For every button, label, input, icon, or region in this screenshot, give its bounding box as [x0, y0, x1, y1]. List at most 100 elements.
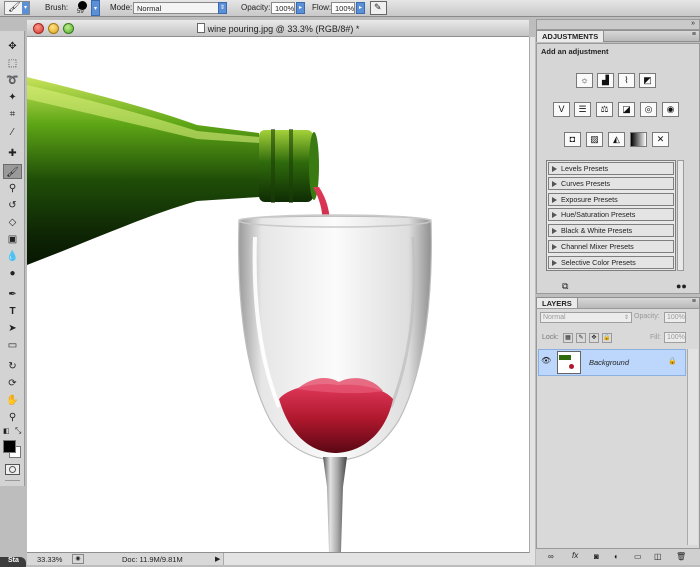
add-mask-icon[interactable]: ◙: [594, 552, 599, 561]
hand-tool-icon[interactable]: ✋: [3, 393, 22, 408]
link-layers-icon[interactable]: ∞: [548, 552, 554, 561]
foreground-color-swatch-front[interactable]: [3, 440, 16, 453]
exposure-icon[interactable]: ◩: [639, 73, 656, 88]
zoom-level[interactable]: 33.33%: [37, 555, 62, 564]
brush-picker[interactable]: 59 ▾: [72, 0, 102, 17]
color-balance-icon[interactable]: ⚖: [596, 102, 613, 117]
invert-icon[interactable]: ◘: [564, 132, 581, 147]
blur-tool-icon[interactable]: 💧: [3, 249, 22, 264]
status-menu-icon[interactable]: ◉: [72, 554, 84, 564]
curves-icon[interactable]: ⌇: [618, 73, 635, 88]
eyedropper-tool-icon[interactable]: ⁄: [3, 125, 22, 140]
document-canvas[interactable]: [27, 37, 529, 552]
channel-mixer-icon[interactable]: ◉: [662, 102, 679, 117]
new-group-icon[interactable]: ▭: [634, 552, 642, 561]
type-tool-icon[interactable]: T: [3, 304, 22, 319]
move-tool-icon[interactable]: ✥: [3, 39, 22, 54]
expand-triangle-icon: [552, 166, 557, 172]
flow-input[interactable]: 100%: [331, 2, 355, 14]
blend-mode-value: Normal: [543, 314, 566, 321]
hue-saturation-icon[interactable]: ☰: [574, 102, 591, 117]
chevron-down-icon: ▾: [22, 2, 29, 14]
airbrush-button[interactable]: ✎: [370, 1, 387, 15]
selective-color-icon[interactable]: ✕: [652, 132, 669, 147]
3d-rotate-tool-icon[interactable]: ↻: [3, 359, 22, 374]
swap-colors-icon[interactable]: ⤡: [15, 426, 21, 436]
new-adjustment-layer-icon[interactable]: ◐: [614, 552, 619, 561]
screen-mode-button[interactable]: [5, 480, 20, 485]
vibrance-icon[interactable]: V: [553, 102, 570, 117]
preset-item[interactable]: Curves Presets: [548, 177, 674, 190]
preset-item[interactable]: Black & White Presets: [548, 224, 674, 237]
shape-tool-icon[interactable]: ▭: [3, 338, 22, 353]
document-horizontal-scrollbar[interactable]: [223, 553, 530, 565]
history-brush-tool-icon[interactable]: ↺: [3, 198, 22, 213]
marquee-tool-icon[interactable]: ⬚: [3, 56, 22, 71]
3d-orbit-tool-icon[interactable]: ⟳: [3, 376, 22, 391]
clone-stamp-tool-icon[interactable]: ⚲: [3, 181, 22, 196]
preset-label: Curves Presets: [561, 179, 611, 188]
dock-item[interactable]: Sta: [0, 557, 26, 567]
flow-slider-button[interactable]: ▸: [356, 2, 365, 14]
preset-item[interactable]: Levels Presets: [548, 162, 674, 175]
adjustments-panel-header[interactable]: ADJUSTMENTS ≡: [536, 30, 700, 42]
wine-pouring-image: [27, 77, 432, 552]
quick-mask-button[interactable]: [5, 464, 20, 475]
opacity-input[interactable]: 100%: [271, 2, 295, 14]
blend-mode-select[interactable]: Normal ⇕: [540, 312, 632, 323]
document-titlebar[interactable]: wine pouring.jpg @ 33.3% (RGB/8#) *: [27, 20, 529, 37]
lock-all-icon[interactable]: 🔒: [602, 333, 612, 343]
trash-icon[interactable]: 🗑: [676, 552, 686, 561]
panel-menu-icon[interactable]: ≡: [692, 31, 696, 38]
layer-opacity-input[interactable]: 100%: [664, 312, 686, 323]
threshold-icon[interactable]: ◭: [608, 132, 625, 147]
gradient-tool-icon[interactable]: ▣: [3, 232, 22, 247]
healing-brush-tool-icon[interactable]: ✚: [3, 146, 22, 161]
pen-tool-icon[interactable]: ✒: [3, 287, 22, 302]
lock-transparency-icon[interactable]: ▦: [563, 333, 573, 343]
layer-lock-icon: 🔒: [668, 358, 677, 365]
opacity-slider-button[interactable]: ▸: [296, 2, 305, 14]
lock-pixels-icon[interactable]: ✎: [576, 333, 586, 343]
preset-item[interactable]: Selective Color Presets: [548, 256, 674, 269]
lock-label: Lock:: [542, 334, 559, 341]
layer-style-icon[interactable]: fx: [572, 551, 578, 560]
status-popup-arrow-icon[interactable]: ▶: [215, 555, 220, 563]
zoom-tool-icon[interactable]: ⚲: [3, 410, 22, 425]
lasso-tool-icon[interactable]: ➰: [3, 73, 22, 88]
path-selection-tool-icon[interactable]: ➤: [3, 321, 22, 336]
flow-label: Flow:: [312, 3, 332, 12]
adjustments-clip-icon[interactable]: ●●: [676, 281, 687, 291]
presets-scrollbar[interactable]: [677, 160, 684, 271]
adjustments-view-icon[interactable]: ⧉: [562, 281, 568, 292]
mode-select[interactable]: Normal ⇕: [133, 2, 227, 14]
crop-tool-icon[interactable]: ⌗: [3, 107, 22, 122]
panel-menu-icon[interactable]: ≡: [692, 298, 696, 305]
levels-icon[interactable]: ▟: [597, 73, 614, 88]
document-vertical-scrollbar[interactable]: [529, 37, 535, 565]
tab-adjustments[interactable]: ADJUSTMENTS: [537, 31, 605, 42]
posterize-icon[interactable]: ▨: [586, 132, 603, 147]
layers-scrollbar[interactable]: [687, 349, 698, 545]
panel-collapse-bar[interactable]: »: [536, 19, 700, 30]
layer-row-background[interactable]: 👁 Background 🔒: [538, 349, 686, 376]
black-white-icon[interactable]: ◪: [618, 102, 635, 117]
preset-item[interactable]: Channel Mixer Presets: [548, 240, 674, 253]
photo-filter-icon[interactable]: ◎: [640, 102, 657, 117]
thumbnail-bottle: [559, 355, 571, 360]
tool-preset-picker[interactable]: 🖌 ▾: [4, 1, 30, 15]
brightness-contrast-icon[interactable]: ☼: [576, 73, 593, 88]
dodge-tool-icon[interactable]: ●: [3, 266, 22, 281]
brush-tool-icon[interactable]: 🖌: [3, 164, 22, 179]
magic-wand-tool-icon[interactable]: ✦: [3, 90, 22, 105]
new-layer-icon[interactable]: ◫: [654, 552, 662, 561]
preset-item[interactable]: Exposure Presets: [548, 193, 674, 206]
visibility-eye-icon[interactable]: 👁: [541, 356, 551, 365]
default-colors-icon[interactable]: ◧: [3, 427, 10, 435]
preset-item[interactable]: Hue/Saturation Presets: [548, 208, 674, 221]
fill-input[interactable]: 100%: [664, 332, 686, 343]
quick-mask-icon: [9, 466, 16, 473]
lock-position-icon[interactable]: ✥: [589, 333, 599, 343]
gradient-map-icon[interactable]: [630, 132, 647, 147]
eraser-tool-icon[interactable]: ◇: [3, 215, 22, 230]
